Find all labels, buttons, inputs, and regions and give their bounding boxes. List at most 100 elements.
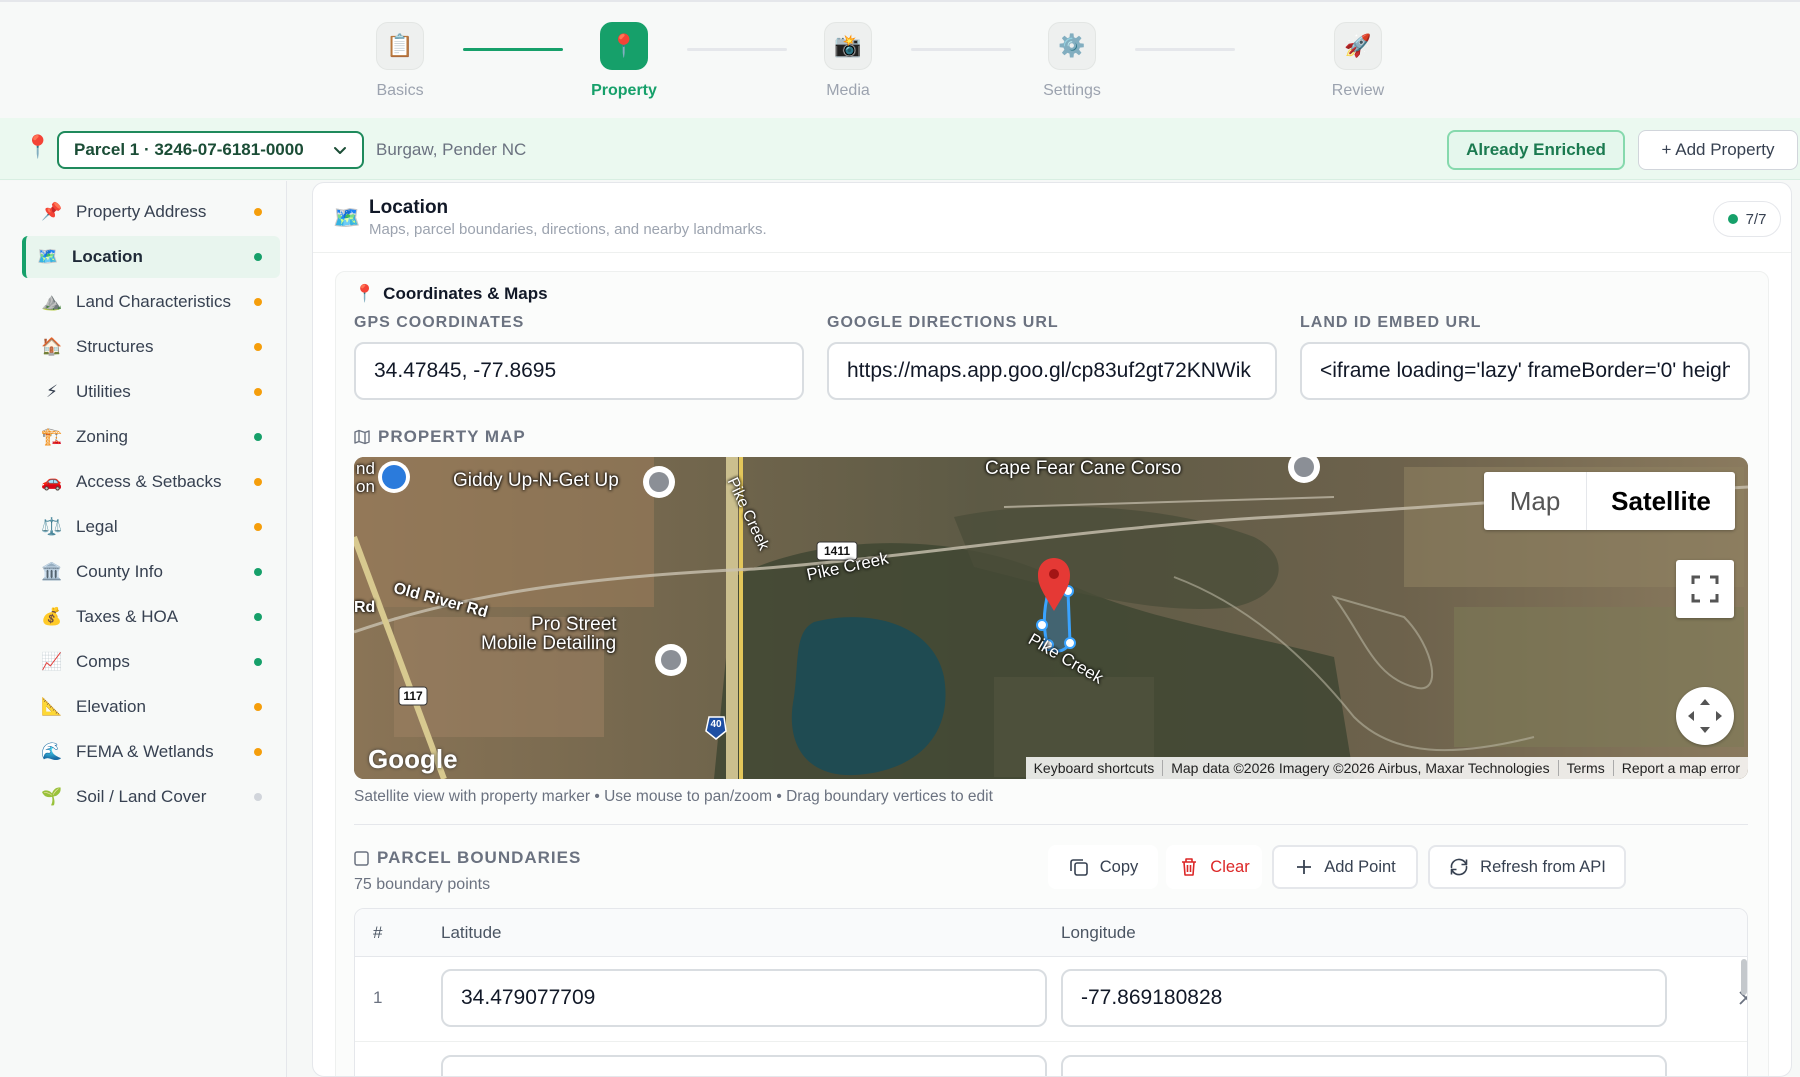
sidebar-item-structures[interactable]: 🏠 Structures xyxy=(22,326,280,368)
wave-icon: 🌊 xyxy=(41,742,63,761)
sidebar-item-access-setbacks[interactable]: 🚗 Access & Setbacks xyxy=(22,461,280,503)
google-directions-url-label: GOOGLE DIRECTIONS URL xyxy=(827,314,1059,331)
status-dot xyxy=(254,208,262,216)
clipboard-icon: 📋 xyxy=(376,22,424,70)
pan-arrows-icon xyxy=(1688,699,1722,733)
map-type-satellite-button[interactable]: Satellite xyxy=(1587,472,1735,530)
map-type-map-button[interactable]: Map xyxy=(1484,472,1587,530)
sidebar-item-label: Access & Setbacks xyxy=(76,472,222,491)
pan-control-button[interactable] xyxy=(1676,687,1734,745)
table-header xyxy=(355,909,1747,957)
refresh-icon xyxy=(1448,856,1470,878)
square-outline-icon xyxy=(354,850,369,866)
step-settings[interactable]: ⚙️ Settings xyxy=(1012,22,1132,100)
money-bag-icon: 💰 xyxy=(41,607,63,626)
step-basics[interactable]: 📋 Basics xyxy=(340,22,460,100)
completion-count: 7/7 xyxy=(1745,210,1767,228)
status-dot xyxy=(254,343,262,351)
longitude-input[interactable] xyxy=(1061,1055,1667,1076)
status-dot xyxy=(254,523,262,531)
sidebar-item-label: Taxes & HOA xyxy=(76,607,179,626)
refresh-from-api-button[interactable]: Refresh from API xyxy=(1428,845,1626,889)
map-place-label[interactable]: Giddy Up-N-Get Up xyxy=(453,470,619,492)
map-place-label: nd xyxy=(356,459,375,478)
sidebar-item-county-info[interactable]: 🏛️ County Info xyxy=(22,551,280,593)
map-caption: Satellite view with property marker • Us… xyxy=(354,788,993,805)
status-dot xyxy=(254,793,262,801)
sidebar-item-legal[interactable]: ⚖️ Legal xyxy=(22,506,280,548)
sidebar-item-fema-wetlands[interactable]: 🌊 FEMA & Wetlands xyxy=(22,731,280,773)
parcel-select[interactable]: Parcel 1 · 3246-07-6181-0000 xyxy=(57,131,364,169)
map-type-control: Map Satellite xyxy=(1484,472,1735,530)
sidebar-item-property-address[interactable]: 📌 Property Address xyxy=(22,191,280,233)
add-property-button[interactable]: + Add Property xyxy=(1638,130,1798,170)
lightning-icon: ⚡ xyxy=(46,382,58,401)
chart-increasing-icon: 📈 xyxy=(41,652,63,671)
status-dot xyxy=(254,388,262,396)
sidebar-item-label: Structures xyxy=(76,337,154,356)
sidebar-item-location[interactable]: 🗺️ Location xyxy=(22,236,280,278)
status-dot xyxy=(1727,214,1738,224)
step-property[interactable]: 📍 Property xyxy=(564,22,684,100)
parcel-select-value: Parcel 1 · 3246-07-6181-0000 xyxy=(74,140,304,159)
sidebar-item-land-characteristics[interactable]: ⛰️ Land Characteristics xyxy=(22,281,280,323)
location-pin-icon: 📍 xyxy=(354,284,376,303)
mountain-icon: ⛰️ xyxy=(41,292,63,311)
house-icon: 🏠 xyxy=(41,337,63,356)
boundary-point-count: 75 boundary points xyxy=(354,876,491,893)
latitude-input[interactable] xyxy=(441,1055,1047,1076)
step-connector xyxy=(687,48,787,51)
section-sidebar: 📌 Property Address 🗺️ Location ⛰️ Land C… xyxy=(0,181,287,1077)
completion-badge: 7/7 xyxy=(1713,201,1781,237)
parcel-bar: 📍 Parcel 1 · 3246-07-6181-0000 Burgaw, P… xyxy=(0,118,1800,180)
sidebar-item-taxes-hoa[interactable]: 💰 Taxes & HOA xyxy=(22,596,280,638)
rocket-icon: 🚀 xyxy=(1334,22,1382,70)
already-enriched-button[interactable]: Already Enriched xyxy=(1447,130,1625,170)
land-id-embed-url-input[interactable] xyxy=(1300,342,1750,400)
sidebar-item-label: Soil / Land Cover xyxy=(76,787,207,806)
step-media[interactable]: 📸 Media xyxy=(788,22,908,100)
panel-title: Location xyxy=(369,197,449,218)
sidebar-item-label: Comps xyxy=(76,652,130,671)
step-review[interactable]: 🚀 Review xyxy=(1298,22,1418,100)
google-directions-url-input[interactable] xyxy=(827,342,1277,400)
property-map[interactable]: nd on Giddy Up-N-Get Up Cape Fear Cane C… xyxy=(354,457,1748,779)
gear-icon: ⚙️ xyxy=(1048,22,1096,70)
status-dot xyxy=(254,658,262,666)
sidebar-item-zoning[interactable]: 🏗️ Zoning xyxy=(22,416,280,458)
add-point-button[interactable]: Add Point xyxy=(1272,845,1418,889)
sidebar-item-elevation[interactable]: 📐 Elevation xyxy=(22,686,280,728)
sidebar-item-soil-land-cover[interactable]: 🌱 Soil / Land Cover xyxy=(22,776,280,818)
step-label: Settings xyxy=(1043,82,1101,99)
column-header-number: # xyxy=(373,923,383,942)
longitude-input[interactable] xyxy=(1061,969,1667,1027)
latitude-input[interactable] xyxy=(441,969,1047,1027)
keyboard-shortcuts-link[interactable]: Keyboard shortcuts xyxy=(1026,760,1164,776)
table-scrollbar[interactable] xyxy=(1741,959,1747,995)
map-place-label[interactable]: Cape Fear Cane Corso xyxy=(985,458,1181,480)
sidebar-item-comps[interactable]: 📈 Comps xyxy=(22,641,280,683)
gps-coordinates-input[interactable] xyxy=(354,342,804,400)
location-pin-icon: 📍 xyxy=(24,134,52,159)
sidebar-item-label: Location xyxy=(72,247,143,266)
clear-button[interactable]: Clear xyxy=(1166,845,1262,889)
map-place-label[interactable]: Mobile Detailing xyxy=(481,633,616,655)
sidebar-item-utilities[interactable]: ⚡ Utilities xyxy=(22,371,280,413)
sidebar-item-label: Zoning xyxy=(76,427,128,446)
status-dot xyxy=(254,748,262,756)
report-map-error-link[interactable]: Report a map error xyxy=(1614,760,1748,776)
step-label: Property xyxy=(591,82,657,99)
sidebar-item-label: Legal xyxy=(76,517,118,536)
map-attribution: Keyboard shortcuts Map data ©2026 Imager… xyxy=(1025,757,1748,779)
fullscreen-button[interactable] xyxy=(1676,560,1734,618)
location-panel: 🗺️ Location Maps, parcel boundaries, dir… xyxy=(312,182,1792,1077)
sidebar-item-label: Elevation xyxy=(76,697,146,716)
column-header-longitude: Longitude xyxy=(1061,923,1136,942)
pushpin-icon: 📌 xyxy=(41,202,63,221)
map-icon: 🗺️ xyxy=(333,205,361,230)
fullscreen-icon xyxy=(1691,575,1719,603)
copy-button[interactable]: Copy xyxy=(1048,845,1158,889)
step-connector xyxy=(1135,48,1235,51)
terms-link[interactable]: Terms xyxy=(1559,760,1614,776)
chevron-down-icon xyxy=(334,147,346,154)
